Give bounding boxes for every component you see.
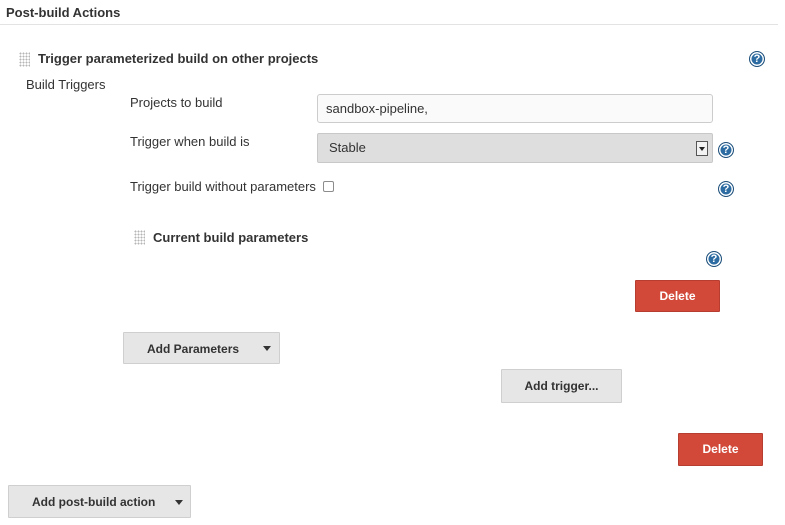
add-trigger-button[interactable]: Add trigger... bbox=[501, 369, 622, 403]
section-title: Post-build Actions bbox=[6, 5, 121, 20]
publisher-title: Trigger parameterized build on other pro… bbox=[38, 51, 319, 66]
chevron-down-icon[interactable] bbox=[696, 141, 708, 156]
chevron-down-icon bbox=[175, 500, 183, 505]
projects-to-build-input[interactable]: sandbox-pipeline, bbox=[317, 94, 713, 123]
trigger-without-params-checkbox[interactable] bbox=[323, 181, 334, 192]
drag-handle-icon[interactable] bbox=[19, 52, 30, 67]
help-icon[interactable]: ? bbox=[749, 51, 765, 67]
projects-to-build-label: Projects to build bbox=[130, 95, 223, 110]
chevron-down-icon bbox=[263, 346, 271, 351]
add-post-build-action-button[interactable]: Add post-build action bbox=[8, 485, 191, 518]
trigger-without-params-label: Trigger build without parameters bbox=[130, 179, 316, 194]
delete-parameter-button[interactable]: Delete bbox=[635, 280, 720, 312]
trigger-when-selected-value: Stable bbox=[329, 140, 366, 155]
current-build-params-title: Current build parameters bbox=[153, 230, 309, 245]
drag-handle-icon[interactable] bbox=[134, 230, 145, 245]
add-parameters-label: Add Parameters bbox=[147, 342, 240, 356]
delete-publisher-button[interactable]: Delete bbox=[678, 433, 763, 466]
add-post-build-action-label: Add post-build action bbox=[32, 495, 156, 509]
add-parameters-button[interactable]: Add Parameters bbox=[123, 332, 280, 364]
build-triggers-label: Build Triggers bbox=[26, 77, 106, 92]
trigger-when-select[interactable]: Stable bbox=[317, 133, 713, 163]
help-icon[interactable]: ? bbox=[718, 142, 734, 158]
help-icon[interactable]: ? bbox=[718, 181, 734, 197]
trigger-when-label: Trigger when build is bbox=[130, 134, 250, 149]
section-divider bbox=[0, 24, 778, 25]
help-icon[interactable]: ? bbox=[706, 251, 722, 267]
